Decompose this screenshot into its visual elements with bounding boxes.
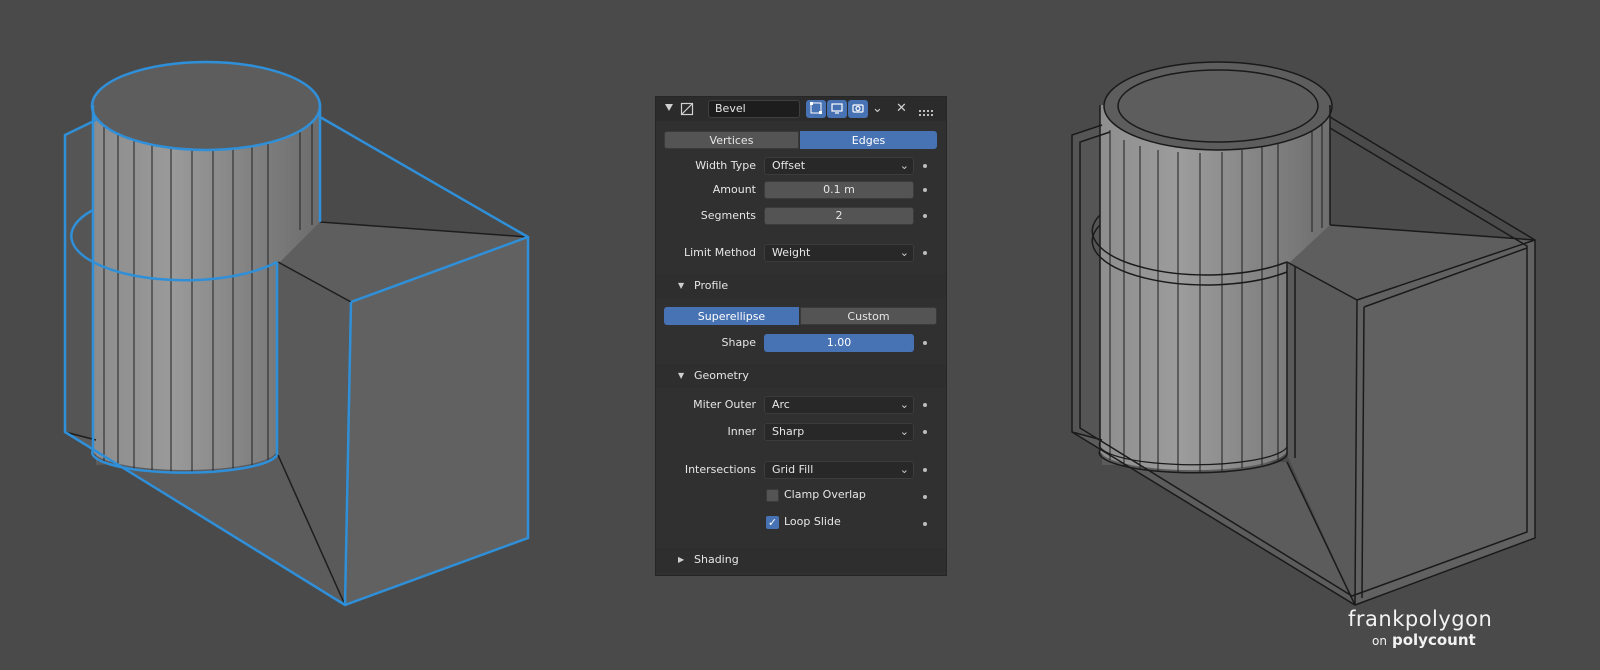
geometry-title: Geometry xyxy=(694,369,749,382)
viewport-model-original xyxy=(63,60,530,607)
geometry-subpanel-header[interactable]: ▼ Geometry xyxy=(656,364,946,388)
keyframe-dot[interactable] xyxy=(923,188,927,192)
profile-subpanel-header[interactable]: ▼ Profile xyxy=(656,274,946,298)
affect-mode-tabs: Vertices Edges xyxy=(664,131,937,149)
keyframe-dot[interactable] xyxy=(923,251,927,255)
profile-title: Profile xyxy=(694,279,729,292)
profile-type-tabs: Superellipse Custom xyxy=(664,307,937,325)
tab-superellipse[interactable]: Superellipse xyxy=(664,307,799,325)
keyframe-dot[interactable] xyxy=(923,403,927,407)
width-type-label: Width Type xyxy=(695,159,756,172)
edit-mode-icon xyxy=(810,101,822,117)
chevron-down-icon: ⌄ xyxy=(899,463,909,476)
bevel-modifier-panel: Bevel ⌄ ✕ Vertices Edges Width Type Offs… xyxy=(655,96,947,576)
clamp-overlap-checkbox[interactable] xyxy=(766,489,779,502)
keyframe-dot[interactable] xyxy=(923,522,927,526)
shading-subpanel-header[interactable]: ▶ Shading xyxy=(656,548,946,572)
drag-handle-icon[interactable] xyxy=(919,106,935,119)
expand-triangle-icon: ▼ xyxy=(678,371,685,380)
tab-custom[interactable]: Custom xyxy=(800,307,937,325)
segments-field[interactable]: 2 xyxy=(764,207,914,225)
render-icon xyxy=(852,102,864,117)
loop-slide-checkbox[interactable]: ✓ xyxy=(766,516,779,529)
width-type-dropdown[interactable]: Offset ⌄ xyxy=(764,157,914,175)
realtime-icon xyxy=(831,102,843,117)
tab-edges[interactable]: Edges xyxy=(800,131,937,149)
loop-slide-label: Loop Slide xyxy=(784,515,841,528)
collapsed-triangle-icon: ▶ xyxy=(678,555,685,564)
tab-vertices[interactable]: Vertices xyxy=(664,131,799,149)
keyframe-dot[interactable] xyxy=(923,430,927,434)
watermark-author: frankpolygon xyxy=(1348,607,1493,631)
shading-title: Shading xyxy=(694,553,739,566)
limit-method-dropdown[interactable]: Weight ⌄ xyxy=(764,244,914,262)
keyframe-dot[interactable] xyxy=(923,495,927,499)
shape-label: Shape xyxy=(721,336,756,349)
expand-triangle-icon[interactable] xyxy=(665,104,673,111)
inner-dropdown[interactable]: Sharp ⌄ xyxy=(764,423,914,441)
close-icon[interactable]: ✕ xyxy=(896,101,907,116)
chevron-down-icon: ⌄ xyxy=(899,425,909,438)
keyframe-dot[interactable] xyxy=(923,341,927,345)
amount-field[interactable]: 0.1 m xyxy=(764,181,914,199)
limit-method-label: Limit Method xyxy=(683,246,756,259)
intersections-dropdown[interactable]: Grid Fill ⌄ xyxy=(764,461,914,479)
wrench-icon xyxy=(680,102,694,119)
chevron-down-icon: ⌄ xyxy=(899,246,909,259)
chevron-down-icon: ⌄ xyxy=(899,159,909,172)
chevron-down-icon: ⌄ xyxy=(899,398,909,411)
amount-label: Amount xyxy=(712,183,756,196)
chevron-down-icon[interactable]: ⌄ xyxy=(872,101,883,116)
inner-label: Inner xyxy=(727,425,756,438)
expand-triangle-icon: ▼ xyxy=(678,281,685,290)
keyframe-dot[interactable] xyxy=(923,214,927,218)
modifier-name-field[interactable]: Bevel xyxy=(708,100,800,118)
modifier-header: Bevel ⌄ ✕ xyxy=(656,97,946,121)
miter-outer-label: Miter Outer xyxy=(693,398,756,411)
intersections-label: Intersections xyxy=(684,463,756,476)
segments-label: Segments xyxy=(700,209,756,222)
watermark-site: polycount xyxy=(1392,631,1476,649)
miter-outer-dropdown[interactable]: Arc ⌄ xyxy=(764,396,914,414)
clamp-overlap-label: Clamp Overlap xyxy=(784,488,866,501)
watermark-on: on xyxy=(1372,634,1387,648)
viewport-model-beveled xyxy=(1071,61,1536,606)
keyframe-dot[interactable] xyxy=(923,468,927,472)
edit-mode-toggle[interactable] xyxy=(806,100,826,118)
realtime-toggle[interactable] xyxy=(827,100,847,118)
keyframe-dot[interactable] xyxy=(923,164,927,168)
render-toggle[interactable] xyxy=(848,100,868,118)
shape-slider[interactable]: 1.00 xyxy=(764,334,914,352)
